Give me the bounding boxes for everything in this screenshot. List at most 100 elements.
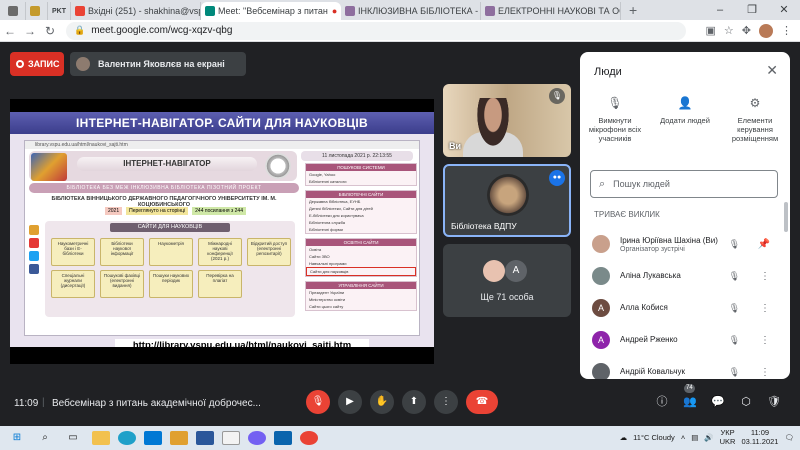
compass-icon — [265, 153, 291, 179]
task-view-icon[interactable]: ▭ — [62, 430, 84, 446]
library-video-tile[interactable]: ●● Бібліотека ВДПУ — [443, 164, 571, 237]
browser-tab-meet[interactable]: Meet: "Вебсемінар з питан●✕ — [201, 2, 341, 20]
favicon-icon — [485, 6, 495, 16]
people-icon[interactable]: 👥 74 — [682, 384, 698, 410]
mail-icon[interactable] — [144, 431, 162, 445]
stat-year: 2021 — [105, 207, 123, 215]
present-screen-button[interactable]: ⬆ — [402, 390, 426, 414]
mic-off-icon[interactable]: 🎙 — [729, 239, 740, 250]
panel-title: Люди — [594, 66, 622, 78]
browser-tab[interactable]: ЕЛЕКТРОННІ НАУКОВІ ТА ОСВІТ✕ — [481, 2, 621, 20]
word-icon[interactable] — [196, 431, 214, 445]
mic-off-icon[interactable]: 🎙 — [729, 335, 740, 346]
maximize-icon[interactable]: ❐ — [736, 0, 768, 20]
profile-avatar[interactable] — [759, 23, 773, 38]
avatar: А — [592, 299, 610, 317]
more-options-button[interactable]: ⋮ — [434, 390, 458, 414]
gmail-icon — [75, 6, 85, 16]
sidebar-line: Міністерство освіти — [309, 297, 346, 302]
new-tab-button[interactable]: + — [621, 2, 645, 20]
more-options-icon[interactable]: ⋮ — [760, 367, 770, 378]
close-window-icon[interactable]: ✕ — [768, 0, 800, 20]
camera-permission-icon[interactable]: ▣ — [706, 24, 716, 37]
activities-icon[interactable]: ⬡ — [738, 394, 754, 410]
others-tile[interactable]: А Ще 71 особа — [443, 244, 571, 317]
weather-text[interactable]: 11°C Cloudy — [633, 433, 675, 442]
self-video-tile[interactable]: 🎙 Ви — [443, 84, 571, 157]
url-input[interactable]: 🔒 meet.google.com/wcg-xqzv-qbg — [66, 21, 686, 40]
people-search-input[interactable]: ⌕ Пошук людей — [590, 170, 778, 198]
tab-strip: PKT Вхідні (251) - shakhina@vspu.edu Mee… — [0, 0, 800, 20]
participant-row[interactable]: Андрій Ковальчук 🎙 ⋮ — [580, 356, 790, 379]
record-icon — [16, 60, 24, 68]
meeting-time: 11:09 — [14, 398, 39, 409]
volume-icon[interactable]: 🔊 — [704, 433, 713, 442]
more-options-icon[interactable]: ⋮ — [760, 335, 770, 346]
more-options-icon[interactable]: ⋮ — [760, 303, 770, 314]
add-people-button[interactable]: 👤 Додати людей — [650, 96, 720, 143]
participant-row[interactable]: А Алла Кобися 🎙 ⋮ — [580, 292, 790, 324]
search-icon: ⌕ — [599, 177, 606, 190]
section-header: ТРИВАЄ ВИКЛИК — [594, 210, 660, 219]
host-controls-icon[interactable]: 🛡 — [766, 394, 782, 410]
site-header-title: ІНТЕРНЕТ-НАВІГАТОР — [77, 157, 257, 171]
raise-hand-button[interactable]: ✋ — [370, 390, 394, 414]
clock[interactable]: 11:09 03.11.2021 — [741, 428, 778, 446]
document-icon[interactable] — [222, 431, 240, 445]
extensions-icon[interactable]: ✥ — [742, 24, 751, 37]
leave-call-button[interactable]: ☎ — [466, 390, 498, 414]
lock-icon: 🔒 — [74, 25, 86, 35]
search-icon[interactable]: ⌕ — [34, 430, 56, 446]
menu-kebab-icon[interactable]: ⋮ — [781, 24, 792, 37]
browser-tab-gmail[interactable]: Вхідні (251) - shakhina@vspu.edu — [71, 2, 201, 20]
speaking-indicator-icon: ●● — [549, 170, 565, 186]
pin-icon[interactable]: 📌 — [758, 239, 770, 250]
file-explorer-icon[interactable] — [92, 431, 110, 445]
reload-icon[interactable]: ↻ — [40, 24, 60, 38]
mic-off-icon[interactable]: 🎙 — [729, 367, 740, 378]
mic-off-icon[interactable]: 🎙 — [729, 271, 740, 282]
bookmark-star-icon[interactable]: ☆ — [724, 24, 734, 37]
participant-list: Ірина Юріївна Шахіна (Ви) Організатор зус… — [580, 228, 790, 379]
tab-label: PKT — [52, 7, 66, 15]
site-cards-block: САЙТИ ДЛЯ НАУКОВЦІВ Наукометричні бази і… — [45, 221, 295, 317]
info-icon[interactable]: ⓘ — [654, 394, 670, 410]
participant-row[interactable]: А Андрей Рженко 🎙 ⋮ — [580, 324, 790, 356]
edge-icon[interactable] — [118, 431, 136, 445]
minimize-icon[interactable]: – — [704, 0, 736, 20]
outlook-icon[interactable] — [274, 431, 292, 445]
browser-tab[interactable] — [26, 2, 48, 20]
back-icon[interactable]: ← — [0, 24, 20, 38]
viber-icon[interactable] — [248, 431, 266, 445]
notifications-icon[interactable]: 🗨 — [784, 433, 794, 442]
mic-off-icon[interactable]: 🎙 — [729, 303, 740, 314]
files-icon[interactable] — [170, 431, 188, 445]
forward-icon[interactable]: → — [20, 24, 40, 38]
participant-row[interactable]: Аліна Лукавська 🎙 ⋮ — [580, 260, 790, 292]
toolbar-icons: ▣ ☆ ✥ ⋮ — [706, 23, 792, 38]
recording-badge[interactable]: ЗАПИС — [10, 52, 64, 76]
close-icon[interactable]: ✕ — [766, 62, 778, 79]
windows-start-icon[interactable]: ⊞ — [6, 430, 28, 446]
more-options-icon[interactable]: ⋮ — [760, 271, 770, 282]
mute-all-button[interactable]: 🎙 Вимкнути мікрофони всіх учасників — [580, 96, 650, 143]
language-indicator[interactable]: УКР UKR — [720, 428, 736, 446]
sidebar-head: ПОШУКОВІ СИСТЕМИ — [306, 164, 416, 171]
camera-button[interactable]: ▶ — [338, 390, 362, 414]
host-controls-button[interactable]: ⚙ Елементи керування розміщенням — [720, 96, 790, 143]
chat-icon[interactable]: 💬 — [710, 394, 726, 410]
network-icon[interactable]: ▤ — [691, 433, 698, 442]
windows-taskbar: ⊞ ⌕ ▭ ☁ 11°C Cloudy ˄ ▤ 🔊 УКР UKR 11:09 03… — [0, 426, 800, 450]
site-card: Відкритий доступ (електронні репозитарії… — [247, 238, 291, 266]
browser-tab[interactable]: PKT — [48, 2, 71, 20]
mic-off-button[interactable]: 🎙 — [306, 390, 330, 414]
browser-tab[interactable] — [4, 2, 26, 20]
chrome-icon[interactable] — [300, 431, 318, 445]
sidebar-line: Дитячі бібліотеки, Сайти для дітей — [309, 206, 373, 211]
sidebar-line: Президент України — [309, 290, 345, 295]
tray-chevron-icon[interactable]: ˄ — [681, 433, 685, 442]
participant-row[interactable]: Ірина Юріївна Шахіна (Ви) Організатор зус… — [580, 228, 790, 260]
weather-icon[interactable]: ☁ — [620, 433, 628, 442]
sidebar-line: Державна бібліотека, ЕУНБ — [309, 199, 361, 204]
browser-tab[interactable]: ІНКЛЮЗИВНА БІБЛІОТЕКА - ІНТ✕ — [341, 2, 481, 20]
